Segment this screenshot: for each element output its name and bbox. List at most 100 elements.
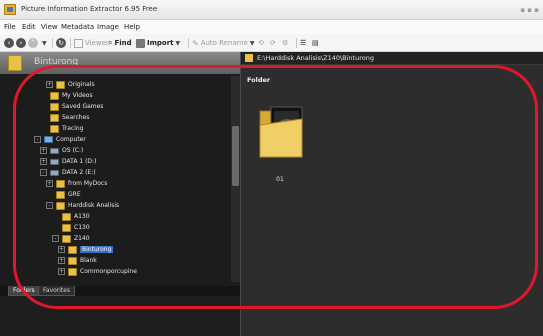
tree-item[interactable]: + Originals (46, 79, 95, 90)
tree-item[interactable]: GRE (46, 189, 81, 200)
folder-icon (50, 124, 59, 133)
folder-icon (56, 201, 65, 210)
expand-toggle-icon[interactable]: + (58, 246, 65, 253)
auto-rename-button[interactable]: ✎ Auto Rename ▼ (192, 37, 255, 49)
tree-item[interactable]: Saved Games (40, 101, 103, 112)
expand-toggle-icon[interactable]: - (40, 169, 47, 176)
tab-favorites[interactable]: Favorites (38, 286, 76, 296)
tree-item-label: Saved Games (62, 103, 104, 110)
tree-item[interactable]: + OS (C:) (40, 145, 83, 156)
up-button[interactable]: ˄ (28, 37, 38, 49)
tree-item[interactable]: + Commonporcupine (58, 266, 137, 277)
tree-item-label: A130 (74, 213, 90, 220)
folder-icon (56, 179, 65, 188)
expand-toggle-icon (52, 213, 59, 220)
expand-toggle-icon (52, 224, 59, 231)
expand-toggle-icon[interactable]: - (34, 136, 41, 143)
viewer-button[interactable]: Viewer (74, 37, 109, 49)
back-button[interactable]: ‹ (4, 37, 14, 49)
expand-toggle-icon[interactable]: + (40, 147, 47, 154)
tree-item[interactable]: C130 (52, 222, 90, 233)
find-button[interactable]: ⌕ Find (108, 37, 132, 49)
import-label: Import (147, 39, 174, 47)
tree-item[interactable]: Tracing (40, 123, 84, 134)
current-folder-label: Binturong (34, 57, 79, 67)
tree-item[interactable]: - Harddisk Analisis (46, 200, 119, 211)
computer-icon (44, 136, 53, 143)
tree-item-label: Searches (62, 114, 90, 121)
title-bar: Picture Information Extractor 6.95 Free … (0, 0, 543, 20)
tree-item[interactable]: Searches (40, 112, 89, 123)
tree-item[interactable]: + from MyDocs (46, 178, 107, 189)
menu-edit[interactable]: Edit (22, 23, 36, 31)
back-icon: ‹ (4, 38, 14, 48)
tree-item[interactable]: - DATA 2 (E:) (40, 167, 96, 178)
chevron-down-icon: ▼ (175, 39, 181, 47)
tree-item-label: GRE (68, 191, 81, 198)
path-bar[interactable]: E:\Harddisk Analisis\Z140\Binturong (241, 52, 543, 65)
folder-icon (50, 102, 59, 111)
tree-scrollbar[interactable] (231, 76, 240, 282)
expand-toggle-icon (40, 92, 47, 99)
tree-item-label: Z140 (74, 235, 90, 242)
tree-item[interactable]: + DATA 1 (D:) (40, 156, 96, 167)
folder-icon (62, 223, 71, 232)
app-icon (4, 4, 16, 15)
scrollbar-thumb[interactable] (232, 126, 239, 186)
tree-item[interactable]: My Videos (40, 90, 93, 101)
expand-toggle-icon[interactable]: - (46, 202, 53, 209)
import-icon (136, 38, 145, 48)
tree-item-label: Binturong (80, 246, 114, 253)
rotate-icon: ⟲ (258, 39, 264, 47)
up-icon: ˄ (28, 38, 38, 48)
folder-icon (62, 234, 71, 243)
expand-toggle-icon[interactable]: - (52, 235, 59, 242)
expand-toggle-icon[interactable]: + (46, 180, 53, 187)
settings-button[interactable]: ⚙ (282, 37, 288, 49)
find-label: Find (114, 39, 132, 47)
folder-icon (50, 113, 59, 122)
list-icon: ☰ (300, 39, 307, 47)
tree-item[interactable]: + Binturong (58, 244, 114, 255)
expand-toggle-icon[interactable]: + (58, 257, 65, 264)
refresh-button[interactable]: ↻ (56, 37, 66, 49)
chevron-down-icon: ▼ (42, 39, 47, 47)
menu-image[interactable]: Image (97, 23, 119, 31)
expand-toggle-icon (40, 125, 47, 132)
menu-file[interactable]: File (4, 23, 16, 31)
tree-item-label: Commonporcupine (80, 268, 137, 275)
chevron-down-icon: ▼ (249, 39, 255, 47)
window-title: Picture Information Extractor 6.95 Free (21, 5, 158, 13)
tree-item-label: from MyDocs (68, 180, 108, 187)
rotate-button[interactable]: ⟲ (258, 37, 264, 49)
rotate-right-button[interactable]: ⟳ (270, 37, 276, 49)
expand-toggle-icon[interactable]: + (40, 158, 47, 165)
tree-item-label: Originals (68, 81, 95, 88)
history-dropdown[interactable]: ▼ (42, 37, 47, 49)
tree-item-label: Tracing (62, 125, 84, 132)
expand-toggle-icon[interactable]: + (58, 268, 65, 275)
section-label: Folder (247, 76, 271, 84)
folder-icon (62, 212, 71, 221)
gear-icon: ⚙ (282, 39, 289, 47)
list-view-button[interactable]: ☰ (300, 37, 306, 49)
tree-item-label: DATA 1 (D:) (62, 158, 97, 165)
tree-item[interactable]: - Z140 (52, 233, 90, 244)
menu-metadata[interactable]: Metadata (61, 23, 94, 31)
panel-icon: ▤ (312, 39, 319, 47)
toolbar: ‹ › ˄ ▼ ↻ Viewer ⌕ Find Import ▼ ✎ Auto … (0, 34, 543, 52)
tab-folders[interactable]: Folders (8, 286, 40, 296)
forward-button[interactable]: › (16, 37, 26, 49)
folder-icon (245, 54, 253, 62)
tree-item[interactable]: - Computer (34, 134, 86, 145)
tree-item[interactable]: + Blank (58, 255, 97, 266)
menu-bar: File Edit View Metadata Image Help (0, 20, 543, 34)
menu-help[interactable]: Help (124, 23, 140, 31)
menu-view[interactable]: View (41, 23, 58, 31)
window-controls[interactable]: ▪ ▪ ▪ (520, 6, 539, 14)
import-button[interactable]: Import ▼ (136, 37, 180, 49)
expand-toggle-icon[interactable]: + (46, 81, 53, 88)
panel-view-button[interactable]: ▤ (312, 37, 319, 49)
tree-item[interactable]: A130 (52, 211, 90, 222)
folder-thumbnail[interactable] (256, 103, 306, 159)
